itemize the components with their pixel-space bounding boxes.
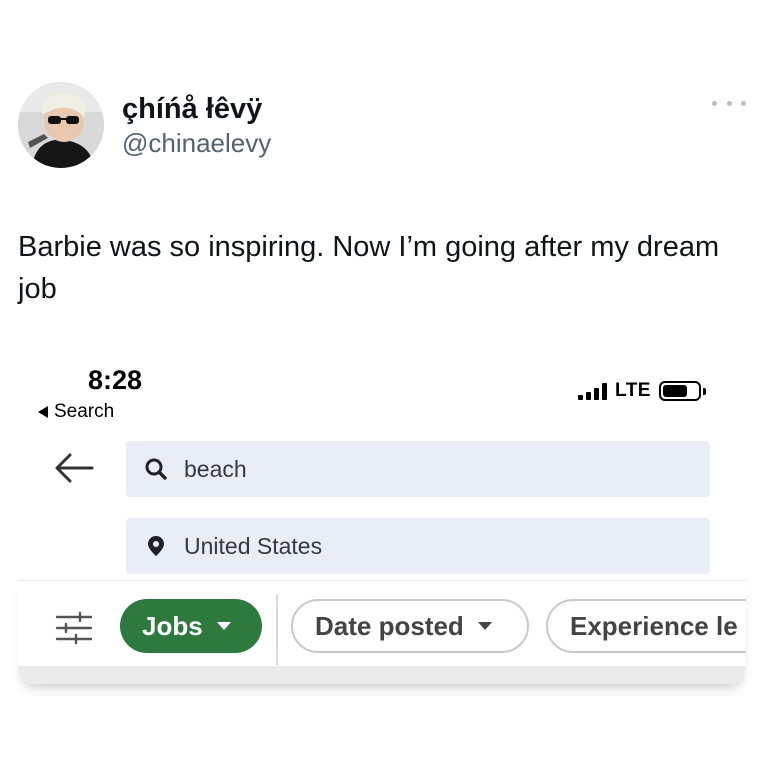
status-time: 8:28 [88, 365, 143, 395]
location-pin-icon [148, 536, 164, 556]
jobs-filter-pill[interactable]: Jobs [120, 599, 262, 653]
chevron-down-icon [477, 622, 492, 630]
status-indicators: LTE [578, 380, 706, 402]
date-posted-label: Date posted [315, 610, 464, 641]
battery-icon [658, 381, 706, 401]
display-name[interactable]: çhíńå łêvÿ [122, 93, 262, 126]
network-label: LTE [615, 380, 651, 401]
keyword-search-input[interactable]: beach [126, 441, 710, 497]
chevron-down-icon [216, 622, 231, 630]
signal-bars-icon [578, 382, 607, 400]
filter-divider [276, 595, 278, 665]
date-posted-filter-pill[interactable]: Date posted [291, 599, 529, 653]
user-handle[interactable]: @chinaelevy [122, 128, 271, 159]
avatar[interactable] [18, 82, 104, 168]
filter-bar: Jobs Date posted Experience le [18, 580, 746, 684]
search-icon [145, 458, 167, 480]
more-horizontal-icon[interactable] [712, 97, 746, 109]
avatar-image [18, 82, 104, 168]
keyword-value: beach [184, 455, 247, 482]
tweet-text: Barbie was so inspiring. Now I’m going a… [18, 231, 720, 305]
jobs-filter-label: Jobs [142, 610, 203, 641]
back-triangle-icon [38, 406, 48, 418]
filter-sliders-icon[interactable] [54, 611, 94, 645]
experience-level-label: Experience le [570, 610, 738, 641]
experience-level-filter-pill[interactable]: Experience le [546, 599, 746, 653]
location-value: United States [184, 532, 323, 559]
back-to-search-label: Search [54, 401, 115, 422]
dot [726, 100, 732, 106]
dot [741, 100, 746, 106]
back-to-search-link[interactable]: Search [38, 401, 114, 423]
location-input[interactable]: United States [126, 518, 710, 574]
dot [712, 100, 717, 106]
back-arrow-icon[interactable] [52, 450, 94, 486]
